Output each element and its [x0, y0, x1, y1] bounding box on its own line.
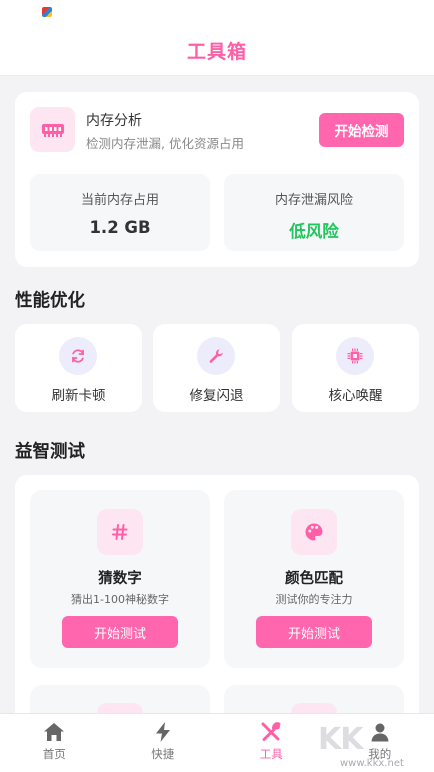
- leak-risk-stat: 内存泄漏风险 低风险: [224, 174, 404, 251]
- quiz-card-guess-number: 猜数字 猜出1-100神秘数字 开始测试: [30, 490, 210, 668]
- start-test-button[interactable]: 开始测试: [256, 616, 372, 648]
- bolt-icon: [155, 722, 170, 742]
- memory-icon: [30, 107, 75, 152]
- nav-item-quick[interactable]: 快捷: [109, 714, 218, 772]
- memory-analysis-card: 内存分析 检测内存泄漏, 优化资源占用 开始检测 当前内存占用 1.2 GB 内…: [15, 92, 419, 267]
- memory-analysis-desc: 检测内存泄漏, 优化资源占用: [86, 136, 244, 151]
- perf-item-label: 刷新卡顿: [51, 388, 106, 404]
- performance-section-title: 性能优化: [15, 291, 85, 311]
- memory-usage-value: 1.2 GB: [89, 218, 151, 237]
- user-icon: [371, 723, 389, 742]
- nav-label: 首页: [42, 747, 66, 761]
- quiz-desc: 猜出1-100神秘数字: [71, 593, 169, 606]
- quiz-section-title: 益智测试: [15, 442, 85, 462]
- leak-risk-value: 低风险: [289, 222, 339, 241]
- bottom-nav: 首页 快捷 工具 我的: [0, 713, 434, 772]
- nav-item-mine[interactable]: 我的: [326, 714, 434, 772]
- hash-icon: [97, 509, 143, 555]
- palette-icon: [291, 509, 337, 555]
- quiz-name: 猜数字: [98, 571, 142, 587]
- notification-app-icon: [42, 7, 52, 17]
- nav-label: 工具: [259, 747, 283, 761]
- nav-label: 我的: [368, 747, 392, 761]
- memory-analysis-title: 内存分析: [86, 113, 142, 129]
- quiz-name: 颜色匹配: [285, 571, 343, 587]
- nav-label: 快捷: [151, 747, 175, 761]
- tools-icon: [261, 722, 281, 741]
- quiz-desc: 测试你的专注力: [275, 593, 353, 606]
- app-bar: 工具箱: [0, 26, 434, 76]
- refresh-icon: [59, 337, 97, 375]
- home-icon: [44, 723, 65, 741]
- nav-item-home[interactable]: 首页: [0, 714, 109, 772]
- start-detect-button[interactable]: 开始检测: [319, 113, 404, 147]
- page-title: 工具箱: [186, 41, 247, 63]
- nav-item-tools[interactable]: 工具: [217, 714, 326, 772]
- memory-usage-label: 当前内存占用: [80, 193, 159, 208]
- start-test-button[interactable]: 开始测试: [62, 616, 178, 648]
- perf-item-core-wake[interactable]: 核心唤醒: [292, 324, 419, 412]
- perf-item-fix-crash[interactable]: 修复闪退: [153, 324, 280, 412]
- perf-item-label: 修复闪退: [189, 388, 244, 404]
- perf-item-label: 核心唤醒: [328, 388, 383, 404]
- quiz-card-color-match: 颜色匹配 测试你的专注力 开始测试: [224, 490, 404, 668]
- status-bar: [0, 0, 434, 26]
- wrench-icon: [197, 337, 235, 375]
- leak-risk-label: 内存泄漏风险: [274, 193, 353, 208]
- memory-usage-stat: 当前内存占用 1.2 GB: [30, 174, 210, 251]
- chip-icon: [336, 337, 374, 375]
- perf-item-refresh[interactable]: 刷新卡顿: [15, 324, 142, 412]
